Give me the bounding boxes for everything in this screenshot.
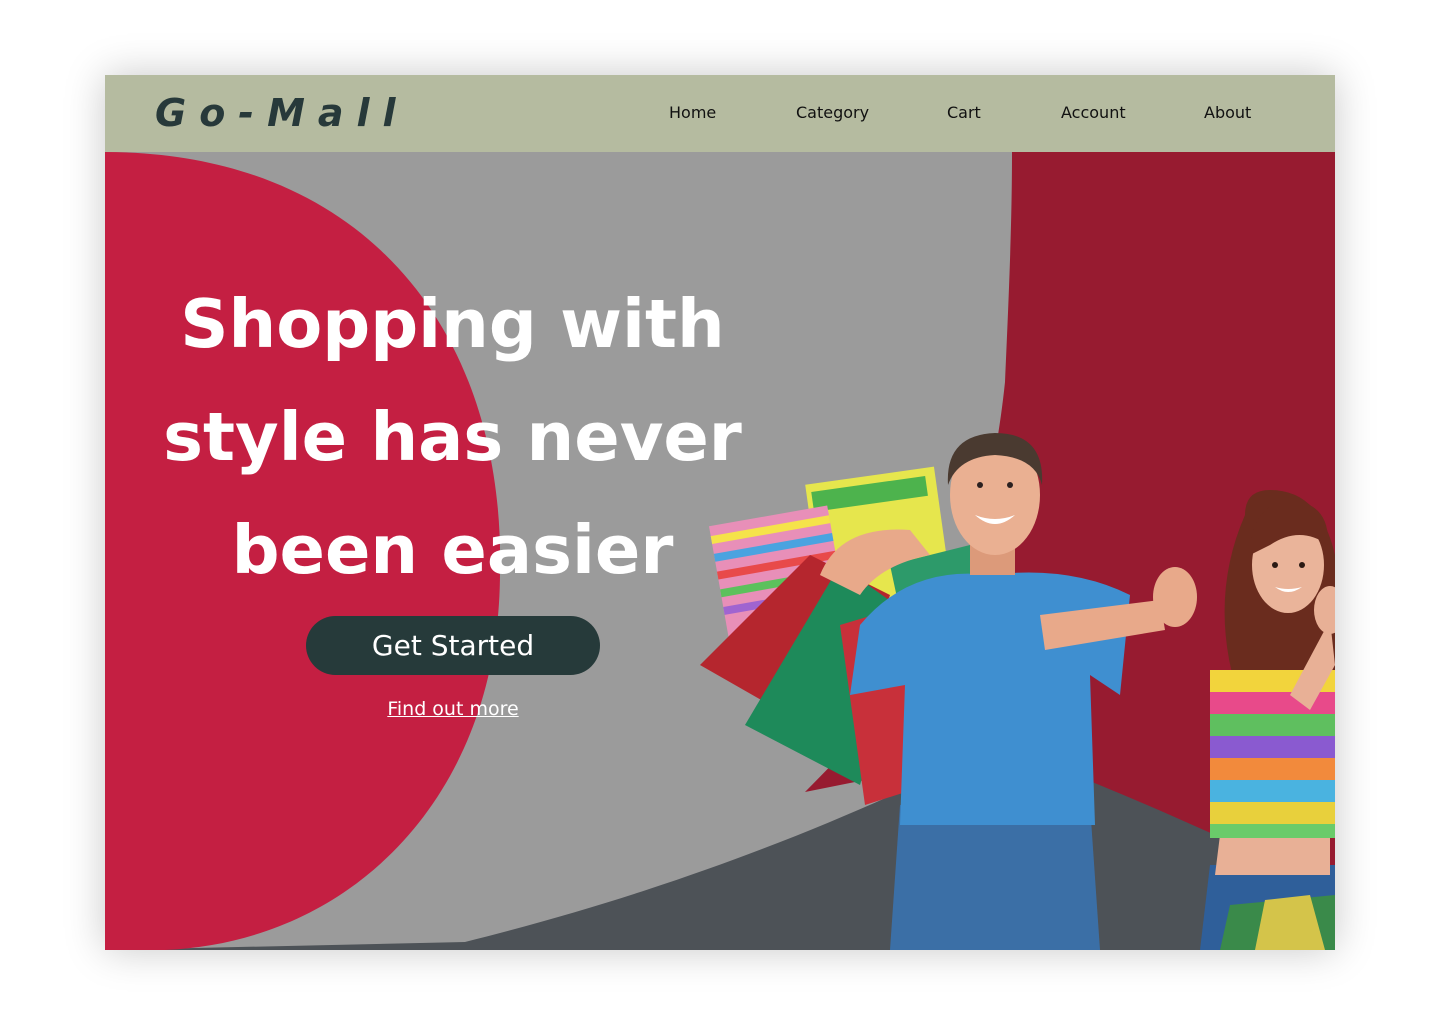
- nav-category[interactable]: Category: [796, 103, 869, 123]
- get-started-button[interactable]: Get Started: [306, 616, 600, 675]
- nav-about[interactable]: About: [1204, 103, 1251, 123]
- find-out-more-link[interactable]: Find out more: [353, 698, 553, 720]
- top-navbar: Go-Mall Home Category Cart Account About: [105, 75, 1335, 152]
- nav-account[interactable]: Account: [1061, 103, 1126, 123]
- shoppers-photo: [700, 433, 1335, 950]
- logo[interactable]: Go-Mall: [155, 89, 409, 137]
- page-frame: Go-Mall Home Category Cart Account About…: [105, 75, 1335, 950]
- woman-figure: [1200, 490, 1335, 950]
- hero-headline: Shopping with style has never been easie…: [163, 285, 742, 589]
- nav-cart[interactable]: Cart: [947, 103, 981, 123]
- nav-home[interactable]: Home: [669, 103, 716, 123]
